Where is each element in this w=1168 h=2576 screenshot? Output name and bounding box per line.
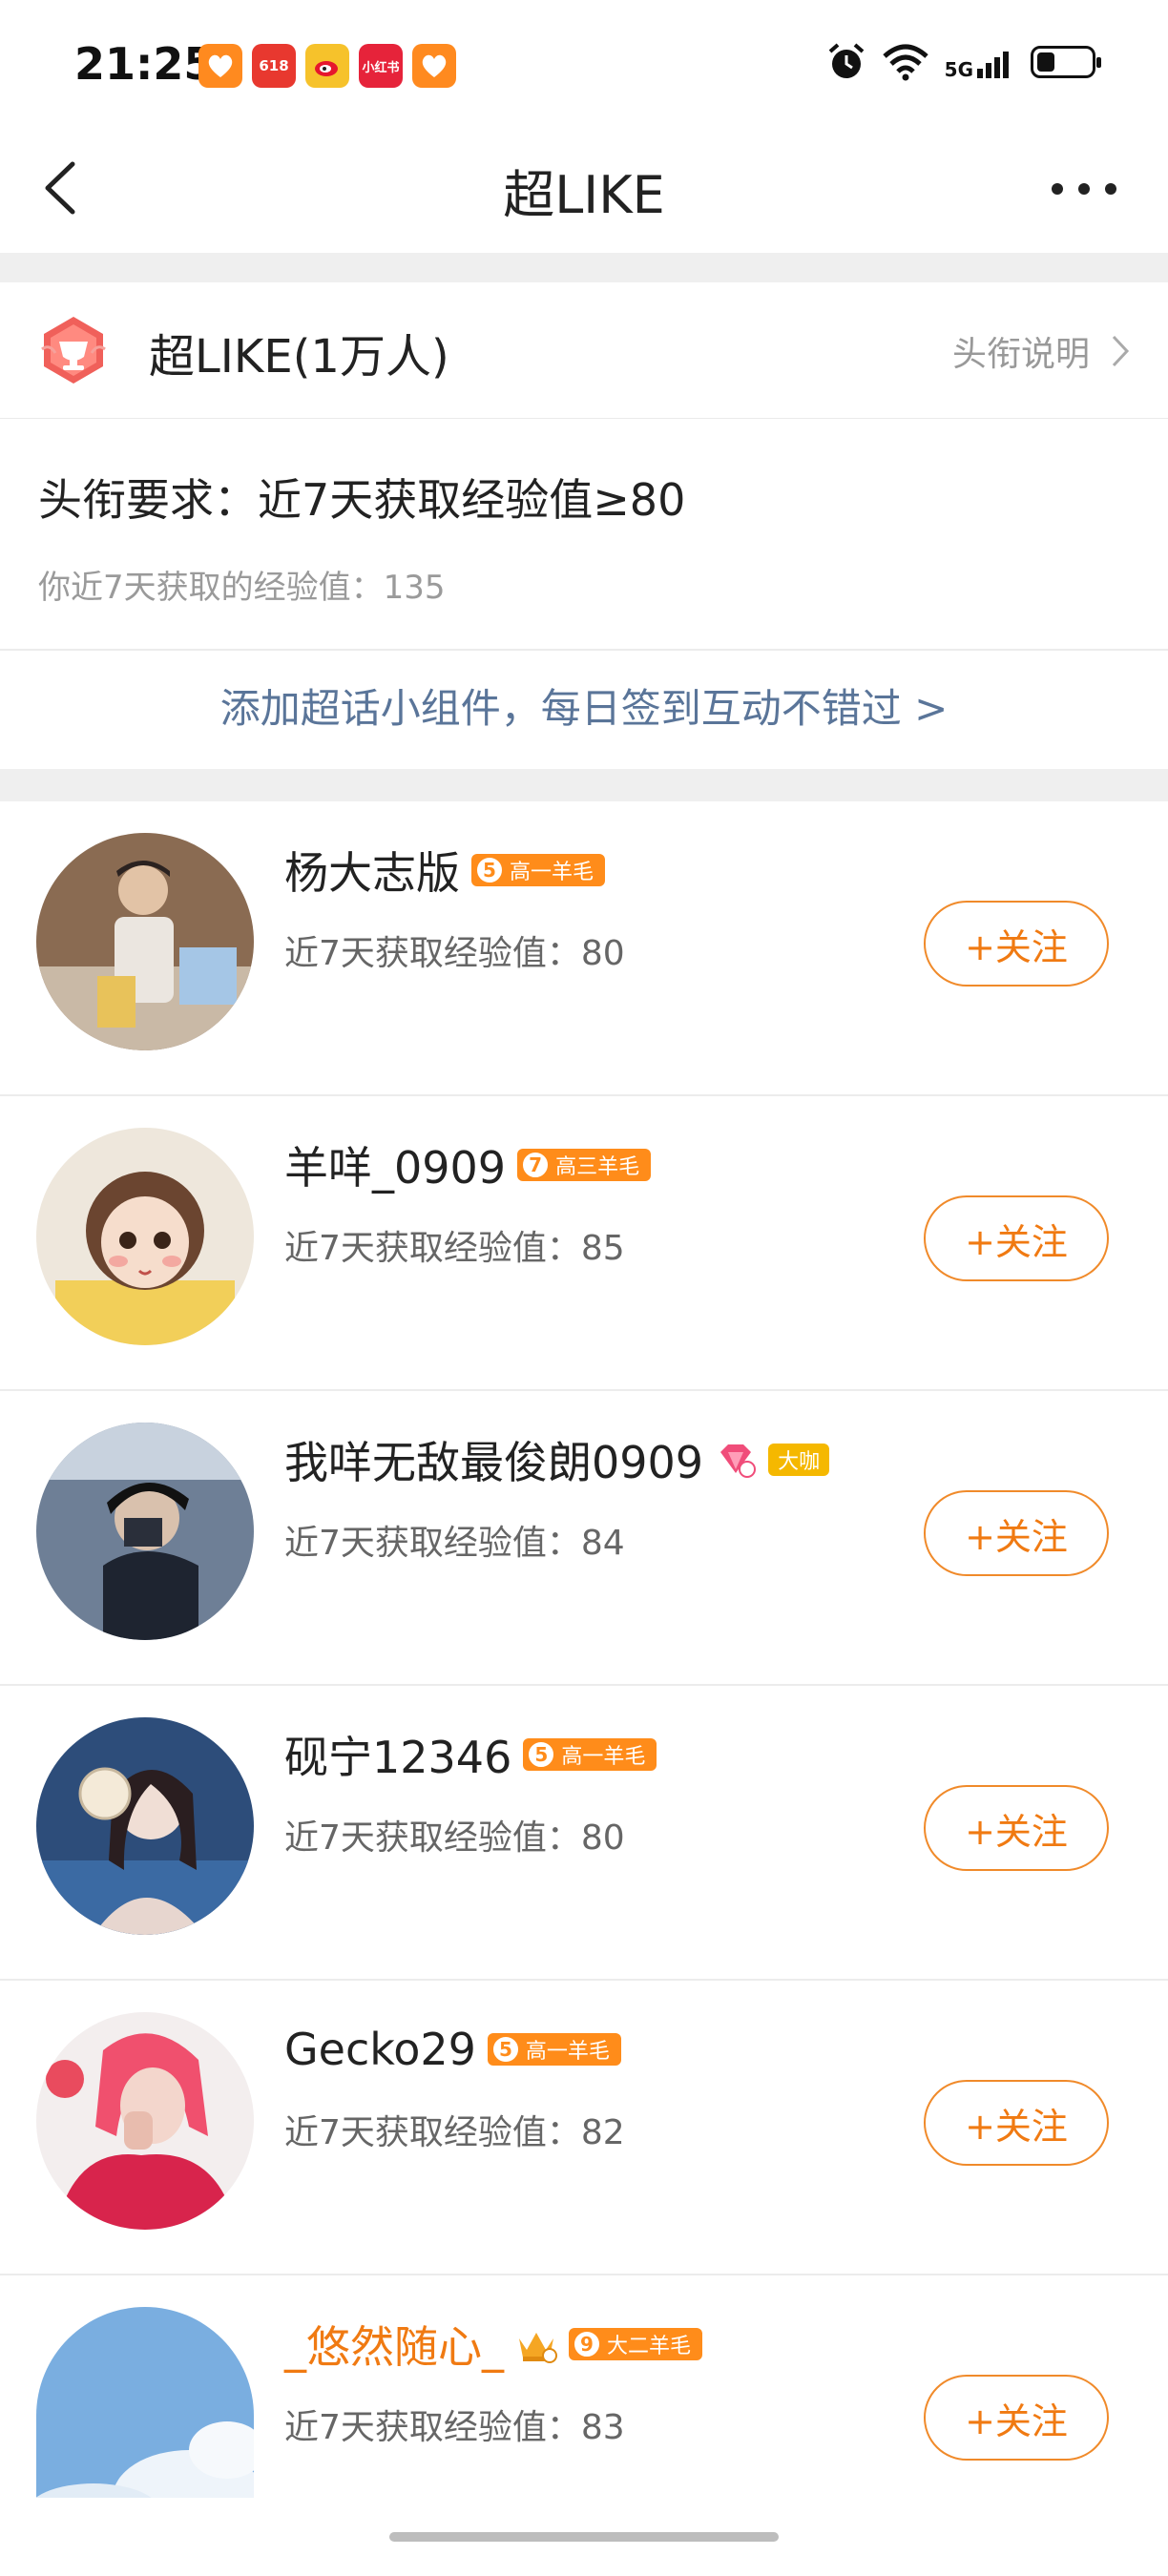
level-icon: 9 bbox=[573, 2330, 601, 2358]
avatar[interactable] bbox=[36, 1423, 254, 1640]
level-icon: 7 bbox=[521, 1151, 551, 1179]
section-gap bbox=[0, 769, 1168, 801]
network-type: 5G bbox=[944, 58, 973, 81]
title-explain-link[interactable]: 头衔说明 bbox=[952, 326, 1130, 376]
user-experience: 近7天获取经验值：83 bbox=[284, 2408, 625, 2447]
list-item: 砚宁12346 5 高一羊毛 近7天获取经验值：80 +关注 bbox=[0, 1686, 1168, 1981]
user-name[interactable]: _悠然随心_ bbox=[284, 2313, 504, 2376]
list-item: 杨大志版 5 高一羊毛 近7天获取经验值：80 +关注 bbox=[0, 801, 1168, 1096]
level-label: 高一羊毛 bbox=[510, 861, 594, 884]
title-name: 超LIKE(1万人) bbox=[149, 330, 449, 384]
title-medal-icon bbox=[41, 317, 106, 384]
diamond-gem-icon bbox=[720, 1444, 757, 1478]
follow-button[interactable]: +关注 bbox=[924, 2080, 1109, 2166]
follow-button[interactable]: +关注 bbox=[924, 901, 1109, 987]
user-name-line: 砚宁12346 5 高一羊毛 bbox=[284, 1726, 657, 1783]
alarm-icon bbox=[828, 43, 864, 78]
add-widget-link[interactable]: 添加超话小组件，每日签到互动不错过 > bbox=[0, 649, 1168, 769]
follow-button[interactable]: +关注 bbox=[924, 1195, 1109, 1281]
vip-tag: 大咖 bbox=[768, 1444, 830, 1476]
avatar[interactable] bbox=[36, 2012, 254, 2230]
crown-icon bbox=[519, 2333, 557, 2363]
user-name[interactable]: 羊咩_0909 bbox=[284, 1133, 506, 1196]
user-name-line: 羊咩_0909 7 高三羊毛 bbox=[284, 1133, 652, 1196]
section-gap bbox=[0, 253, 1168, 282]
level-icon: 5 bbox=[475, 856, 504, 884]
level-label: 高一羊毛 bbox=[525, 2040, 610, 2064]
user-name[interactable]: 我咩无敌最俊朗0909 bbox=[284, 1428, 703, 1491]
list-item: 羊咩_0909 7 高三羊毛 近7天获取经验值：85 +关注 bbox=[0, 1096, 1168, 1391]
user-name[interactable]: 杨大志版 bbox=[284, 839, 460, 902]
fan-level-badge: 7 高三羊毛 bbox=[517, 1149, 652, 1181]
list-item: _悠然随心_ 9 大二羊毛 近7天获取经验值：83 +关注 bbox=[0, 2275, 1168, 2568]
title-explain-label: 头衔说明 bbox=[951, 335, 1090, 374]
list-item: 我咩无敌最俊朗0909 大咖 近7天获取经验值：84 +关注 bbox=[0, 1391, 1168, 1686]
user-name-line: Gecko29 5 高一羊毛 bbox=[284, 2021, 621, 2078]
avatar[interactable] bbox=[36, 833, 254, 1050]
home-indicator[interactable] bbox=[389, 2532, 779, 2542]
status-time: 21:25 bbox=[74, 38, 215, 90]
status-bar: 21:25 618 小红书 5G bbox=[0, 0, 1168, 134]
avatar[interactable] bbox=[36, 2307, 254, 2498]
user-name-line: 我咩无敌最俊朗0909 大咖 bbox=[284, 1428, 830, 1491]
user-experience: 近7天获取经验值：80 bbox=[284, 934, 625, 973]
user-name[interactable]: 砚宁12346 bbox=[284, 1723, 511, 1786]
follow-button[interactable]: +关注 bbox=[924, 1490, 1109, 1576]
heart-app-icon-2 bbox=[412, 44, 456, 88]
user-experience: 近7天获取经验值：85 bbox=[284, 1229, 625, 1268]
618-app-icon: 618 bbox=[252, 44, 296, 88]
level-label: 大二羊毛 bbox=[607, 2335, 692, 2358]
signal-icon bbox=[977, 52, 1009, 78]
avatar[interactable] bbox=[36, 1717, 254, 1935]
my-experience: 你近7天获取的经验值：135 bbox=[38, 569, 446, 607]
title-requirement: 头衔要求：近7天获取经验值≥80 bbox=[38, 474, 686, 526]
user-experience: 近7天获取经验值：84 bbox=[284, 1524, 625, 1563]
wifi-icon bbox=[882, 44, 928, 81]
more-options-icon[interactable] bbox=[1046, 172, 1122, 206]
system-icons: 5G bbox=[826, 42, 1101, 82]
user-experience: 近7天获取经验值：82 bbox=[284, 2113, 625, 2152]
user-name-line: _悠然随心_ 9 大二羊毛 bbox=[284, 2313, 703, 2376]
navigation-bar: 超LIKE bbox=[0, 134, 1168, 253]
title-header-row: 超LIKE(1万人) 头衔说明 bbox=[0, 282, 1168, 419]
weibo-app-icon bbox=[305, 44, 349, 88]
fan-level-badge: 5 高一羊毛 bbox=[523, 1738, 657, 1771]
level-label: 高三羊毛 bbox=[555, 1155, 640, 1179]
follow-button[interactable]: +关注 bbox=[924, 1785, 1109, 1871]
chevron-right-icon bbox=[1112, 335, 1130, 367]
level-icon: 5 bbox=[527, 1740, 556, 1769]
list-item: Gecko29 5 高一羊毛 近7天获取经验值：82 +关注 bbox=[0, 1981, 1168, 2275]
user-name[interactable]: Gecko29 bbox=[284, 2024, 476, 2075]
xiaohongshu-app-icon: 小红书 bbox=[359, 44, 403, 88]
fan-level-badge: 5 高一羊毛 bbox=[487, 2033, 621, 2066]
fan-level-badge: 9 大二羊毛 bbox=[569, 2328, 703, 2360]
battery-icon bbox=[1031, 46, 1101, 78]
user-list: 杨大志版 5 高一羊毛 近7天获取经验值：80 +关注 羊咩_0909 7 高三… bbox=[0, 801, 1168, 2568]
page-title: 超LIKE bbox=[503, 165, 665, 225]
follow-button[interactable]: +关注 bbox=[924, 2375, 1109, 2461]
avatar[interactable] bbox=[36, 1128, 254, 1345]
fan-level-badge: 5 高一羊毛 bbox=[471, 854, 606, 886]
user-experience: 近7天获取经验值：80 bbox=[284, 1818, 625, 1858]
level-label: 高一羊毛 bbox=[561, 1745, 646, 1769]
level-icon: 5 bbox=[490, 2035, 520, 2064]
user-name-line: 杨大志版 5 高一羊毛 bbox=[284, 839, 606, 902]
heart-app-icon bbox=[198, 44, 242, 88]
notification-icons: 618 小红书 bbox=[198, 44, 456, 88]
